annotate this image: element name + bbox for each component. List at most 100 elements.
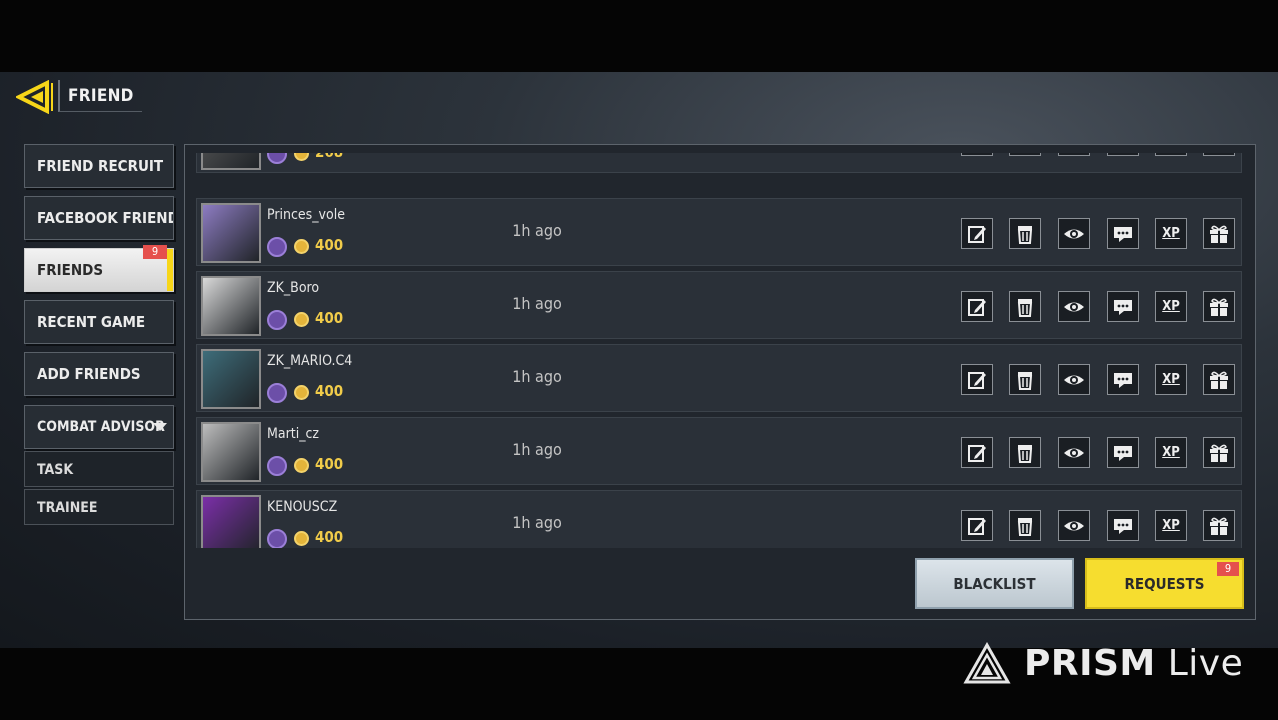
gift-button[interactable]	[1203, 218, 1235, 249]
xp-boost-button[interactable]: XP	[1155, 510, 1187, 541]
friends-count-badge: 9	[143, 245, 167, 259]
xp-boost-button[interactable]: XP	[1155, 364, 1187, 395]
edit-note-button[interactable]	[961, 364, 993, 395]
gift-icon	[1210, 444, 1228, 462]
edit-note-button[interactable]	[961, 437, 993, 468]
back-arrow-icon[interactable]	[14, 79, 54, 115]
chat-button[interactable]	[1107, 153, 1139, 156]
rank-icon	[267, 456, 287, 476]
avatar[interactable]	[201, 153, 261, 170]
eye-icon	[1064, 229, 1084, 238]
chat-icon	[1114, 226, 1132, 242]
friend-row[interactable]: ZK_MARIO.C4 400 1h ago XP	[196, 344, 1242, 412]
edit-icon	[968, 225, 986, 243]
edit-note-button[interactable]	[961, 291, 993, 322]
delete-friend-button[interactable]	[1009, 364, 1041, 395]
trash-icon	[1017, 371, 1033, 390]
edit-note-button[interactable]	[961, 510, 993, 541]
xp-icon: XP	[1162, 372, 1180, 387]
xp-icon: XP	[1162, 226, 1180, 241]
view-profile-button[interactable]	[1058, 364, 1090, 395]
nav-task[interactable]: TASK	[24, 451, 174, 487]
nav-trainee[interactable]: TRAINEE	[24, 489, 174, 525]
nav-facebook-friend[interactable]: FACEBOOK FRIEND	[24, 196, 174, 240]
eye-icon	[1064, 448, 1084, 457]
gift-button[interactable]	[1203, 153, 1235, 156]
nav-combat-advisor[interactable]: COMBAT ADVISOR	[24, 405, 174, 449]
view-profile-button[interactable]	[1058, 153, 1090, 156]
delete-friend-button[interactable]	[1009, 437, 1041, 468]
friends-list[interactable]: 268 56m ago	[196, 153, 1245, 548]
friend-row[interactable]: 268 56m ago	[196, 153, 1242, 173]
chat-button[interactable]	[1107, 364, 1139, 395]
xp-boost-button[interactable]: XP	[1155, 437, 1187, 468]
friend-row[interactable]: Princes_vole 400 1h ago XP	[196, 198, 1242, 266]
view-profile-button[interactable]	[1058, 291, 1090, 322]
edit-icon	[968, 371, 986, 389]
view-profile-button[interactable]	[1058, 510, 1090, 541]
gift-button[interactable]	[1203, 364, 1235, 395]
xp-boost-button[interactable]: XP	[1155, 153, 1187, 156]
gift-button[interactable]	[1203, 437, 1235, 468]
friend-row[interactable]: Marti_cz 400 1h ago XP	[196, 417, 1242, 485]
chat-icon	[1114, 445, 1132, 461]
rank-icon	[267, 153, 287, 164]
chat-button[interactable]	[1107, 291, 1139, 322]
gift-icon	[1210, 298, 1228, 316]
last-online-status: 1h ago	[512, 221, 562, 240]
friend-row[interactable]: ZK_Boro 400 1h ago XP	[196, 271, 1242, 339]
coin-icon	[294, 531, 309, 546]
trash-icon	[1017, 225, 1033, 244]
edit-icon	[968, 444, 986, 462]
avatar[interactable]	[201, 422, 261, 482]
chevron-down-icon[interactable]	[153, 423, 167, 431]
last-online-status: 1h ago	[512, 513, 562, 532]
friend-score: 400	[315, 309, 344, 327]
coin-icon	[294, 385, 309, 400]
friend-name: Marti_cz	[267, 426, 320, 442]
xp-boost-button[interactable]: XP	[1155, 291, 1187, 322]
coin-icon	[294, 153, 309, 161]
delete-friend-button[interactable]	[1009, 218, 1041, 249]
eye-icon	[1064, 521, 1084, 530]
avatar[interactable]	[201, 203, 261, 263]
chat-button[interactable]	[1107, 437, 1139, 468]
chat-button[interactable]	[1107, 510, 1139, 541]
page-title: FRIEND	[58, 80, 142, 112]
friend-score: 268	[315, 153, 343, 161]
trash-icon	[1017, 298, 1033, 317]
gift-icon	[1210, 517, 1228, 535]
friend-row[interactable]: KENOUSCZ 400 1h ago XP	[196, 490, 1242, 548]
view-profile-button[interactable]	[1058, 218, 1090, 249]
friend-score: 400	[315, 236, 344, 254]
xp-boost-button[interactable]: XP	[1155, 218, 1187, 249]
last-online-status: 1h ago	[512, 367, 562, 386]
avatar[interactable]	[201, 495, 261, 548]
delete-friend-button[interactable]	[1009, 153, 1041, 156]
gift-icon	[1210, 371, 1228, 389]
gift-button[interactable]	[1203, 510, 1235, 541]
chat-icon	[1114, 518, 1132, 534]
friend-score: 400	[315, 528, 344, 546]
edit-note-button[interactable]	[961, 218, 993, 249]
xp-icon: XP	[1162, 299, 1180, 314]
trash-icon	[1017, 444, 1033, 463]
nav-recent-game[interactable]: RECENT GAME	[24, 300, 174, 344]
gift-button[interactable]	[1203, 291, 1235, 322]
trash-icon	[1017, 517, 1033, 536]
avatar[interactable]	[201, 276, 261, 336]
view-profile-button[interactable]	[1058, 437, 1090, 468]
edit-icon	[968, 298, 986, 316]
gift-icon	[1210, 225, 1228, 243]
nav-add-friends[interactable]: ADD FRIENDS	[24, 352, 174, 396]
delete-friend-button[interactable]	[1009, 510, 1041, 541]
avatar[interactable]	[201, 349, 261, 409]
blacklist-button[interactable]: BLACKLIST	[915, 558, 1074, 609]
delete-friend-button[interactable]	[1009, 291, 1041, 322]
last-online-status: 1h ago	[512, 440, 562, 459]
nav-friend-recruit[interactable]: FRIEND RECRUIT	[24, 144, 174, 188]
friend-score: 400	[315, 455, 344, 473]
requests-count-badge: 9	[1217, 562, 1239, 576]
edit-note-button[interactable]	[961, 153, 993, 156]
chat-button[interactable]	[1107, 218, 1139, 249]
